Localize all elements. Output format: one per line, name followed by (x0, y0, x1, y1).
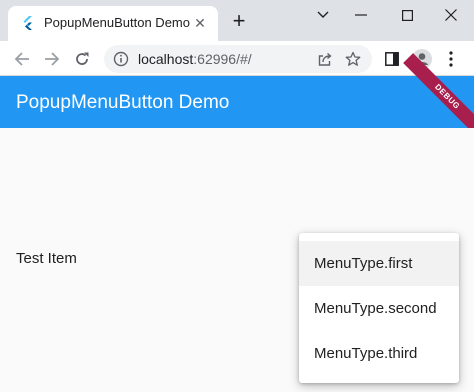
address-bar[interactable]: localhost:62996/#/ (104, 45, 372, 73)
new-tab-button[interactable]: + (228, 10, 250, 32)
reload-icon[interactable] (70, 47, 94, 71)
info-icon[interactable] (113, 51, 129, 67)
menu-item-first[interactable]: MenuType.first (299, 241, 459, 286)
maximize-icon[interactable] (384, 0, 430, 30)
list-item: Test Item (16, 250, 77, 267)
tab-strip: PopupMenuButton Demo ✕ + (0, 0, 474, 41)
close-icon[interactable]: ✕ (192, 15, 208, 31)
tab-title: PopupMenuButton Demo (44, 15, 190, 30)
page-title: PopupMenuButton Demo (16, 92, 230, 113)
browser-toolbar: localhost:62996/#/ (0, 41, 474, 76)
back-arrow-icon[interactable] (10, 47, 34, 71)
app-bar: PopupMenuButton Demo DEBUG (0, 53, 474, 141)
flutter-icon (21, 16, 35, 30)
forward-arrow-icon[interactable] (40, 47, 64, 71)
star-icon[interactable] (344, 50, 362, 68)
minimize-icon[interactable] (338, 0, 384, 30)
browser-window: PopupMenuButton Demo ✕ + localhost:62996… (0, 0, 474, 392)
popup-menu: MenuType.first MenuType.second MenuType.… (299, 233, 459, 383)
url-text[interactable]: localhost:62996/#/ (138, 51, 252, 67)
share-icon[interactable] (316, 50, 334, 68)
browser-tab[interactable]: PopupMenuButton Demo ✕ (8, 6, 218, 41)
menu-item-third[interactable]: MenuType.third (299, 331, 459, 376)
url-path: :62996/#/ (193, 51, 252, 67)
kebab-menu-icon[interactable] (440, 48, 462, 70)
menu-item-second[interactable]: MenuType.second (299, 286, 459, 331)
url-host: localhost (138, 51, 194, 67)
window-close-icon[interactable] (428, 0, 474, 30)
side-panel-icon[interactable] (381, 48, 403, 70)
